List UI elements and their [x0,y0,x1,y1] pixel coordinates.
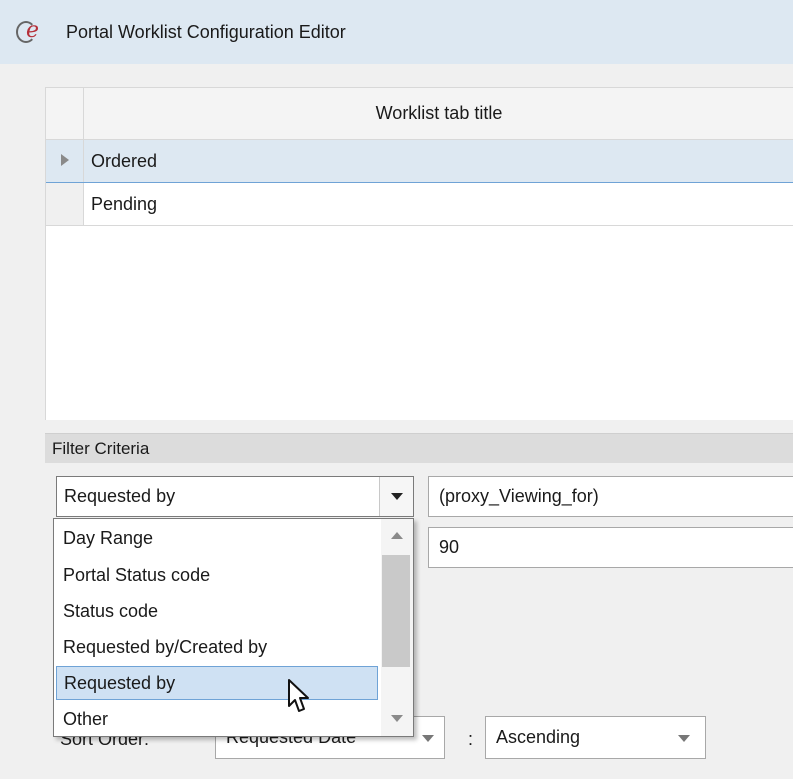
criteria-combobox[interactable]: Requested by [56,476,414,517]
grid-corner [46,88,84,139]
filter-criteria-header: Filter Criteria [45,433,793,463]
mouse-pointer-icon [288,679,309,712]
column-header-worklist-tab-title[interactable]: Worklist tab title [84,88,793,139]
day-range-text: 90 [439,537,460,557]
sort-separator: : [468,729,474,749]
current-row-indicator-icon [61,154,69,166]
filter-criteria-title: Filter Criteria [52,439,150,458]
criteria-selected-value: Requested by [64,486,176,506]
criteria-dropdown-button[interactable] [379,477,413,516]
scrollbar-thumb[interactable] [382,555,410,667]
criteria-value-text: (proxy_Viewing_for) [439,486,599,506]
dropdown-scrollbar[interactable] [381,519,413,736]
dropdown-option-portal-status-code[interactable]: Portal Status code [56,558,378,592]
chevron-down-icon [391,493,403,500]
day-range-input[interactable]: 90 [428,527,793,568]
table-row[interactable]: Ordered [46,140,793,183]
chevron-down-icon [422,735,434,742]
sort-direction-value: Ascending [496,727,581,747]
ce-logo-icon: e [16,19,46,44]
title-bar: e Portal Worklist Configuration Editor [0,0,793,64]
sort-direction-select[interactable]: Ascending [485,716,706,759]
worklist-grid[interactable]: Worklist tab title Ordered Pending [45,87,793,420]
dropdown-option-requested-by-created-by[interactable]: Requested by/Created by [56,630,378,664]
scroll-down-arrow-icon[interactable] [391,715,403,722]
row-header[interactable] [46,183,84,225]
dropdown-option-requested-by[interactable]: Requested by [56,666,378,700]
chevron-down-icon [678,735,690,742]
tab-title-cell[interactable]: Pending [91,183,157,225]
grid-header: Worklist tab title [46,88,793,140]
dropdown-option-day-range[interactable]: Day Range [56,521,378,555]
tab-title-cell[interactable]: Ordered [91,140,157,182]
window-title: Portal Worklist Configuration Editor [66,22,346,42]
criteria-dropdown-list[interactable]: Day Range Portal Status code Status code… [53,518,414,737]
criteria-value-input[interactable]: (proxy_Viewing_for) [428,476,793,517]
table-row[interactable]: Pending [46,183,793,226]
dropdown-option-status-code[interactable]: Status code [56,594,378,628]
dropdown-option-other[interactable]: Other [56,702,378,736]
scroll-up-arrow-icon[interactable] [391,532,403,539]
row-header[interactable] [46,140,84,182]
